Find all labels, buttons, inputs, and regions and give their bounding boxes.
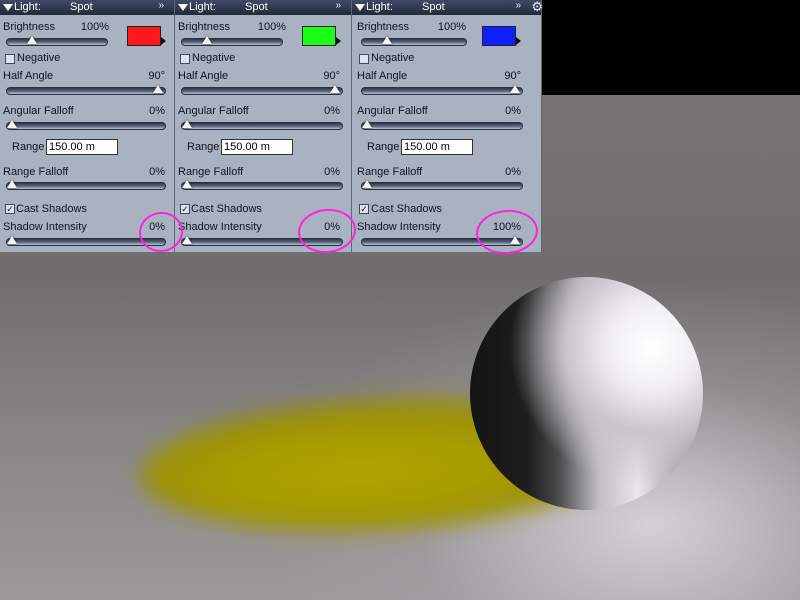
panel-title-bar: Light: Spot »: [175, 0, 351, 15]
cast-shadows-checkbox[interactable]: ✓: [180, 204, 190, 214]
swatch-menu-arrow-icon[interactable]: [516, 37, 521, 45]
range-falloff-value: 0%: [324, 166, 340, 178]
slider-thumb[interactable]: [382, 36, 392, 44]
brightness-slider[interactable]: [361, 36, 467, 46]
half-angle-slider[interactable]: [6, 85, 166, 95]
range-falloff-label: Range Falloff: [178, 166, 244, 178]
angular-falloff-slider[interactable]: [6, 120, 166, 130]
negative-label: Negative: [192, 52, 236, 64]
color-swatch[interactable]: [127, 26, 161, 46]
negative-checkbox[interactable]: [5, 54, 15, 64]
light-label: Light:: [189, 1, 216, 13]
light-label: Light:: [14, 1, 41, 13]
slider-thumb[interactable]: [27, 36, 37, 44]
range-input[interactable]: 150.00 m: [401, 139, 473, 155]
angular-falloff-slider[interactable]: [361, 120, 523, 130]
slider-thumb[interactable]: [7, 120, 17, 128]
half-angle-slider[interactable]: [361, 85, 523, 95]
brightness-value: 100%: [257, 21, 286, 33]
range-input[interactable]: 150.00 m: [46, 139, 118, 155]
slider-thumb[interactable]: [362, 180, 372, 188]
range-label: Range: [187, 141, 220, 153]
half-angle-value: 90°: [504, 70, 521, 82]
angular-falloff-label: Angular Falloff: [3, 105, 74, 117]
gear-icon[interactable]: ⚙: [531, 0, 543, 15]
range-falloff-slider[interactable]: [361, 180, 523, 190]
triangle-down-icon[interactable]: [178, 4, 188, 11]
half-angle-label: Half Angle: [3, 70, 54, 82]
negative-label: Negative: [17, 52, 61, 64]
color-swatch[interactable]: [302, 26, 336, 46]
shadow-intensity-label: Shadow Intensity: [178, 221, 262, 233]
triangle-down-icon[interactable]: [355, 4, 365, 11]
half-angle-value: 90°: [323, 70, 340, 82]
range-falloff-slider[interactable]: [6, 180, 166, 190]
triangle-down-icon[interactable]: [3, 4, 13, 11]
slider-thumb[interactable]: [182, 120, 192, 128]
slider-thumb[interactable]: [510, 85, 520, 93]
angular-falloff-value: 0%: [149, 105, 165, 117]
range-label: Range: [367, 141, 400, 153]
slider-thumb[interactable]: [330, 85, 340, 93]
angular-falloff-slider[interactable]: [181, 120, 343, 130]
cast-shadows-label: Cast Shadows: [191, 203, 262, 215]
range-input[interactable]: 150.00 m: [221, 139, 293, 155]
chevron-down-icon[interactable]: »: [515, 0, 521, 11]
shadow-intensity-label: Shadow Intensity: [357, 221, 441, 233]
slider-thumb[interactable]: [182, 236, 192, 244]
brightness-value: 100%: [80, 21, 109, 33]
range-falloff-label: Range Falloff: [3, 166, 69, 178]
brightness-label: Brightness: [178, 21, 230, 33]
slider-thumb[interactable]: [182, 180, 192, 188]
range-label: Range: [12, 141, 45, 153]
brightness-slider[interactable]: [181, 36, 283, 46]
cast-shadows-checkbox[interactable]: ✓: [359, 204, 369, 214]
cast-shadows-checkbox[interactable]: ✓: [5, 204, 15, 214]
negative-checkbox[interactable]: [359, 54, 369, 64]
range-falloff-value: 0%: [149, 166, 165, 178]
panel-title-bar: Light: Spot » ⚙: [352, 0, 543, 15]
cast-shadows-label: Cast Shadows: [16, 203, 87, 215]
range-falloff-value: 0%: [505, 166, 521, 178]
panel-title-bar: Light: Spot »: [0, 0, 174, 15]
slider-thumb[interactable]: [7, 236, 17, 244]
color-swatch[interactable]: [482, 26, 516, 46]
angular-falloff-value: 0%: [505, 105, 521, 117]
slider-thumb[interactable]: [7, 180, 17, 188]
chevron-down-icon[interactable]: »: [158, 0, 164, 11]
brightness-slider[interactable]: [6, 36, 108, 46]
light-type[interactable]: Spot: [245, 1, 268, 13]
swatch-menu-arrow-icon[interactable]: [161, 37, 166, 45]
light-label: Light:: [366, 1, 393, 13]
cast-shadows-label: Cast Shadows: [371, 203, 442, 215]
range-falloff-label: Range Falloff: [357, 166, 423, 178]
slider-thumb[interactable]: [362, 120, 372, 128]
angular-falloff-value: 0%: [324, 105, 340, 117]
slider-thumb[interactable]: [153, 85, 163, 93]
brightness-label: Brightness: [3, 21, 55, 33]
range-falloff-slider[interactable]: [181, 180, 343, 190]
negative-label: Negative: [371, 52, 415, 64]
angular-falloff-label: Angular Falloff: [178, 105, 249, 117]
negative-checkbox[interactable]: [180, 54, 190, 64]
light-type[interactable]: Spot: [422, 1, 445, 13]
shadow-intensity-label: Shadow Intensity: [3, 221, 87, 233]
chevron-down-icon[interactable]: »: [335, 0, 341, 11]
angular-falloff-label: Angular Falloff: [357, 105, 428, 117]
half-angle-label: Half Angle: [357, 70, 408, 82]
half-angle-label: Half Angle: [178, 70, 229, 82]
slider-thumb[interactable]: [202, 36, 212, 44]
light-type[interactable]: Spot: [70, 1, 93, 13]
half-angle-value: 90°: [148, 70, 165, 82]
half-angle-slider[interactable]: [181, 85, 343, 95]
brightness-value: 100%: [437, 21, 466, 33]
swatch-menu-arrow-icon[interactable]: [336, 37, 341, 45]
render-sphere: [470, 277, 703, 510]
brightness-label: Brightness: [357, 21, 409, 33]
